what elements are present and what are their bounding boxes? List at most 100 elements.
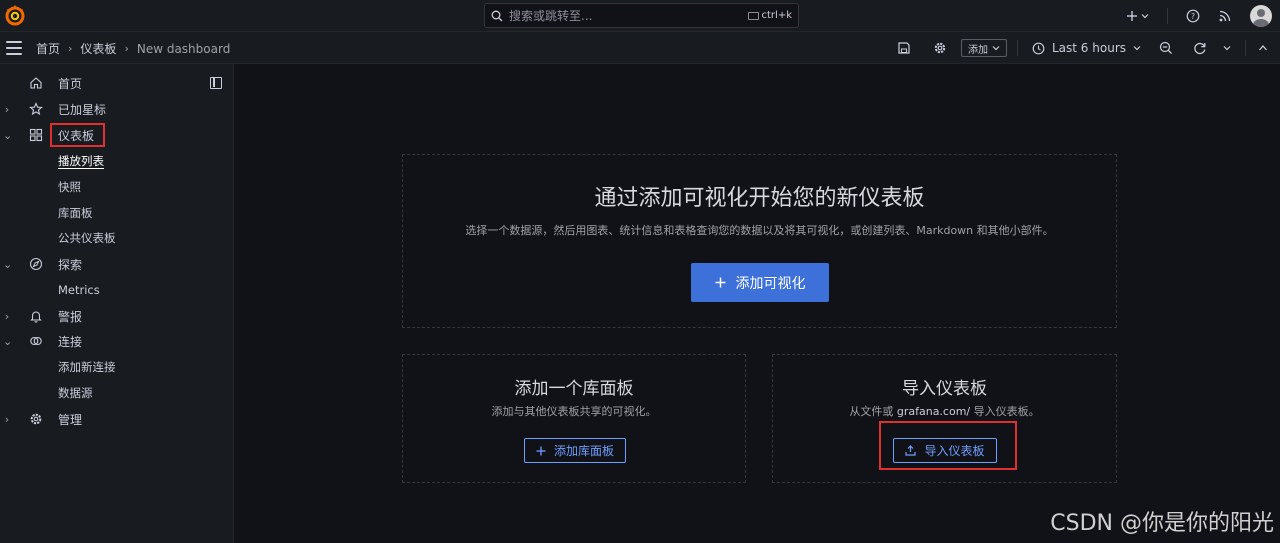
- time-range-picker[interactable]: Last 6 hours: [1032, 41, 1141, 55]
- new-menu-button[interactable]: [1126, 10, 1149, 22]
- dashboard-nav-bar: 首页 › 仪表板 › New dashboard 添加 Last 6 hours: [0, 32, 1280, 64]
- watermark: CSDN @你是你的阳光: [1050, 511, 1274, 536]
- breadcrumb-separator-icon: ›: [124, 42, 129, 55]
- breadcrumb-home[interactable]: 首页: [36, 40, 60, 57]
- star-icon: [28, 101, 44, 117]
- chevron-down-icon: [992, 46, 1000, 51]
- highlight-box-dashboards: [50, 123, 105, 147]
- sidebar-item-home[interactable]: 首页: [0, 70, 233, 96]
- chevron-right-icon[interactable]: ›: [3, 413, 11, 426]
- plus-icon: [1127, 11, 1137, 21]
- hero-title: 通过添加可视化开始您的新仪表板: [594, 186, 925, 211]
- add-library-panel-card: 添加一个库面板 添加与其他仪表板共享的可视化。 添加库面板: [402, 354, 746, 483]
- add-visualization-label: 添加可视化: [735, 275, 806, 292]
- search-shortcut: ctrl+k: [747, 10, 792, 21]
- svg-text:?: ?: [1191, 12, 1195, 21]
- chevron-down-icon: [1141, 14, 1149, 19]
- breadcrumb-separator-icon: ›: [68, 42, 73, 55]
- user-avatar[interactable]: [1250, 5, 1272, 27]
- chevron-right-icon[interactable]: ›: [3, 103, 11, 116]
- chevron-down-icon[interactable]: ⌄: [3, 258, 12, 271]
- refresh-icon[interactable]: [1193, 41, 1207, 55]
- sidebar-item-playlists[interactable]: 播放列表: [0, 148, 233, 174]
- sidebar-item-starred[interactable]: › 已加星标: [0, 96, 233, 122]
- sidebar-item-label: 警报: [58, 309, 83, 324]
- cog-icon: [28, 411, 44, 427]
- sidebar-item-label: 库面板: [58, 206, 93, 220]
- sidebar-item-public-dashboards[interactable]: 公共仪表板: [0, 225, 233, 251]
- chevron-down-icon[interactable]: ⌄: [3, 335, 12, 348]
- help-icon[interactable]: ?: [1186, 9, 1200, 23]
- sidebar-item-label: 管理: [58, 412, 83, 427]
- library-card-subtitle: 添加与其他仪表板共享的可视化。: [491, 405, 657, 418]
- sidebar-item-snapshots[interactable]: 快照: [0, 174, 233, 200]
- search-shortcut-text: ctrl+k: [761, 10, 792, 21]
- divider: [1167, 8, 1168, 24]
- sidebar-item-library-panels[interactable]: 库面板: [0, 200, 233, 226]
- sidebar-item-explore[interactable]: ⌄ 探索: [0, 251, 233, 277]
- search-input[interactable]: 搜索或跳转至... ctrl+k: [484, 3, 799, 28]
- sidebar-item-administration[interactable]: › 管理: [0, 406, 233, 432]
- grafana-com-link[interactable]: grafana.com/: [897, 405, 970, 418]
- import-subtitle-post: 导入仪表板。: [973, 405, 1040, 418]
- search-icon: [491, 10, 503, 21]
- chevron-down-icon[interactable]: [1223, 44, 1231, 52]
- menu-toggle-icon[interactable]: [6, 41, 22, 55]
- sidebar-item-data-sources[interactable]: 数据源: [0, 380, 233, 406]
- sidebar-item-label: 快照: [58, 180, 81, 194]
- import-subtitle-pre: 从文件或: [849, 405, 894, 418]
- chevron-up-icon[interactable]: [1258, 43, 1268, 53]
- breadcrumb-dashboards[interactable]: 仪表板: [80, 40, 116, 57]
- grafana-logo[interactable]: [4, 4, 26, 26]
- apps-icon: [28, 127, 44, 143]
- sidebar-item-connections[interactable]: ⌄ 连接: [0, 328, 233, 354]
- add-visualization-button[interactable]: 添加可视化: [691, 263, 829, 302]
- hero-subtitle: 选择一个数据源，然后用图表、统计信息和表格查询您的数据以及将其可视化，或创建列表…: [465, 224, 1054, 237]
- main-content: 通过添加可视化开始您的新仪表板 选择一个数据源，然后用图表、统计信息和表格查询您…: [234, 64, 1280, 543]
- save-icon[interactable]: [897, 41, 911, 55]
- sidebar-item-label: 公共仪表板: [58, 231, 116, 245]
- sidebar-item-label: 数据源: [58, 386, 93, 400]
- upload-icon: [905, 445, 917, 456]
- sidebar-item-alerting[interactable]: › 警报: [0, 303, 233, 329]
- import-card-title: 导入仪表板: [902, 379, 987, 399]
- bell-icon: [28, 308, 44, 324]
- top-right-actions: ?: [1126, 5, 1272, 27]
- add-library-panel-button[interactable]: 添加库面板: [524, 438, 626, 463]
- time-range-label: Last 6 hours: [1052, 41, 1126, 55]
- zoom-out-icon[interactable]: [1159, 41, 1173, 55]
- sidebar-item-metrics[interactable]: Metrics: [0, 277, 233, 303]
- top-bar: 搜索或跳转至... ctrl+k ?: [0, 0, 1280, 32]
- sidebar: 首页 › 已加星标 ⌄ 仪表板 播放列表 快照 库面板 公共仪表板 ⌄ 探索 M…: [0, 64, 234, 543]
- link-icon: [28, 333, 44, 349]
- settings-icon[interactable]: [933, 41, 947, 55]
- sidebar-item-label: 添加新连接: [58, 360, 116, 374]
- sidebar-item-add-connection[interactable]: 添加新连接: [0, 354, 233, 380]
- plus-icon: [715, 277, 725, 288]
- chevron-down-icon[interactable]: ⌄: [3, 129, 12, 142]
- add-button-label: 添加: [968, 44, 988, 56]
- breadcrumb-current: New dashboard: [136, 41, 231, 56]
- divider: [1245, 40, 1246, 56]
- sidebar-item-dashboards[interactable]: ⌄ 仪表板: [0, 122, 233, 148]
- chevron-down-icon: [1133, 46, 1141, 51]
- add-dropdown-button[interactable]: 添加: [961, 39, 1007, 57]
- dashboard-toolbar: 添加 Last 6 hours: [897, 37, 1268, 59]
- divider: [1017, 40, 1018, 56]
- compass-icon: [28, 256, 44, 272]
- clock-icon: [1032, 42, 1045, 54]
- empty-dashboard-hero: 通过添加可视化开始您的新仪表板 选择一个数据源，然后用图表、统计信息和表格查询您…: [402, 154, 1117, 328]
- sidebar-item-label: 已加星标: [58, 102, 107, 117]
- home-icon: [28, 75, 44, 91]
- import-card-subtitle: 从文件或 grafana.com/ 导入仪表板。: [773, 403, 1116, 419]
- news-rss-icon[interactable]: [1218, 9, 1232, 23]
- keyboard-icon: [747, 11, 759, 20]
- import-dashboard-button[interactable]: 导入仪表板: [893, 438, 997, 463]
- sidebar-item-label: 首页: [58, 76, 83, 91]
- sidebar-item-label: 探索: [58, 257, 83, 272]
- chevron-right-icon[interactable]: ›: [3, 310, 11, 323]
- add-library-panel-label: 添加库面板: [553, 444, 614, 458]
- plus-icon: [536, 446, 546, 455]
- import-dashboard-label: 导入仪表板: [924, 444, 985, 458]
- library-card-title: 添加一个库面板: [514, 379, 634, 399]
